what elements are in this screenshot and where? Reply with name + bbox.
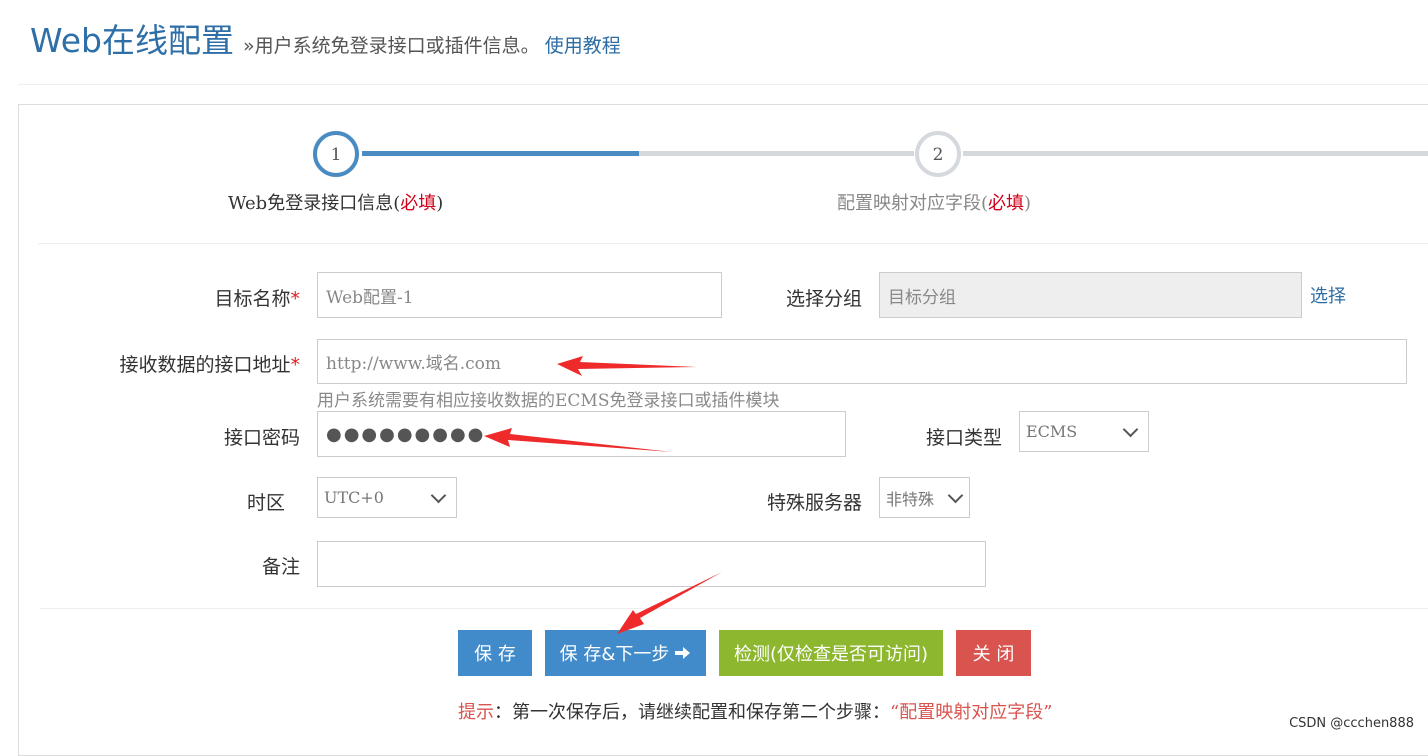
step-2-close: ) [1024, 193, 1032, 214]
check-button-label: 检测(仅检查是否可访问) [733, 644, 929, 665]
header-divider [18, 84, 1428, 85]
save-button[interactable]: 保 存 [458, 630, 532, 676]
group-input[interactable]: 目标分组 [879, 272, 1302, 318]
check-button[interactable]: 检测(仅检查是否可访问) [719, 630, 943, 676]
step-1-close: ) [436, 193, 444, 214]
step-1-required: 必填 [400, 193, 437, 214]
interface-type-select[interactable]: ECMS [1019, 411, 1149, 452]
target-name-label-text: 目标名称 [214, 288, 291, 310]
chevron-down-icon [430, 487, 447, 503]
endpoint-label-text: 接收数据的接口地址 [119, 354, 291, 376]
step-1-circle[interactable]: 1 [313, 131, 359, 177]
chevron-down-icon [947, 487, 964, 503]
step-2-number: 2 [932, 145, 944, 165]
watermark: CSDN @ccchen888 [1289, 716, 1414, 731]
chevron-down-icon [1122, 421, 1139, 437]
group-label: 选择分组 [785, 288, 862, 310]
interface-type-label: 接口类型 [925, 427, 1002, 449]
step-2-label-text: 配置映射对应字段( [837, 193, 989, 214]
endpoint-label: 接收数据的接口地址* [80, 350, 300, 377]
group-placeholder: 目标分组 [888, 287, 956, 308]
password-mask: ●●●●●●●●● [326, 423, 486, 445]
timezone-value: UTC+0 [324, 488, 384, 507]
hint-prefix: 提示 [458, 702, 494, 723]
step-1-number: 1 [330, 145, 342, 165]
required-star: * [290, 354, 301, 376]
save-next-button-label: 保 存&下一步 [559, 644, 670, 665]
close-button[interactable]: 关 闭 [956, 630, 1031, 676]
special-server-label: 特殊服务器 [766, 492, 862, 514]
step-progress-done [362, 151, 639, 156]
target-name-label: 目标名称* [150, 284, 300, 311]
endpoint-input[interactable]: http://www.域名.com [317, 339, 1407, 384]
interface-type-value: ECMS [1026, 422, 1078, 441]
required-star: * [290, 288, 301, 310]
timezone-select[interactable]: UTC+0 [317, 477, 457, 518]
step-progress-pending-2 [963, 151, 1428, 156]
note-input[interactable] [317, 541, 986, 587]
save-button-label: 保 存 [474, 644, 516, 665]
password-label: 接口密码 [223, 427, 300, 449]
step-2-circle[interactable]: 2 [915, 131, 961, 177]
step-1-label: Web免登录接口信息(必填) [228, 189, 443, 215]
step-2-label: 配置映射对应字段(必填) [837, 189, 1031, 215]
target-name-value: Web配置-1 [326, 287, 414, 308]
password-input[interactable]: ●●●●●●●●● [317, 411, 846, 457]
page-header: Web在线配置 »用户系统免登录接口或插件信息。 使用教程 [30, 14, 621, 64]
endpoint-placeholder: http://www.域名.com [326, 354, 501, 374]
arrow-right-icon [675, 647, 691, 659]
hint-text: ：第一次保存后，请继续配置和保存第二个步骤： [494, 702, 890, 723]
special-server-select[interactable]: 非特殊 [879, 477, 970, 518]
step-progress-pending [639, 151, 914, 156]
save-next-button[interactable]: 保 存&下一步 [545, 630, 706, 676]
timezone-label: 时区 [246, 492, 285, 514]
step-2-required: 必填 [988, 193, 1025, 214]
step-1-label-text: Web免登录接口信息( [228, 193, 401, 214]
group-select-link[interactable]: 选择 [1310, 282, 1346, 308]
hint-quote: “配置映射对应字段” [890, 702, 1053, 723]
form-divider [40, 608, 1428, 609]
note-label: 备注 [261, 556, 300, 578]
special-server-value: 非特殊 [886, 489, 935, 509]
save-hint: 提示：第一次保存后，请继续配置和保存第二个步骤：“配置映射对应字段” [458, 698, 1052, 724]
stepper-divider [38, 243, 1428, 244]
endpoint-help-text: 用户系统需要有相应接收数据的ECMS免登录接口或插件模块 [317, 391, 780, 411]
page-subtitle: »用户系统免登录接口或插件信息。 [243, 35, 540, 57]
target-name-input[interactable]: Web配置-1 [317, 272, 722, 318]
tutorial-link[interactable]: 使用教程 [545, 35, 621, 57]
close-button-label: 关 闭 [972, 644, 1015, 665]
page-title: Web在线配置 [30, 21, 234, 60]
